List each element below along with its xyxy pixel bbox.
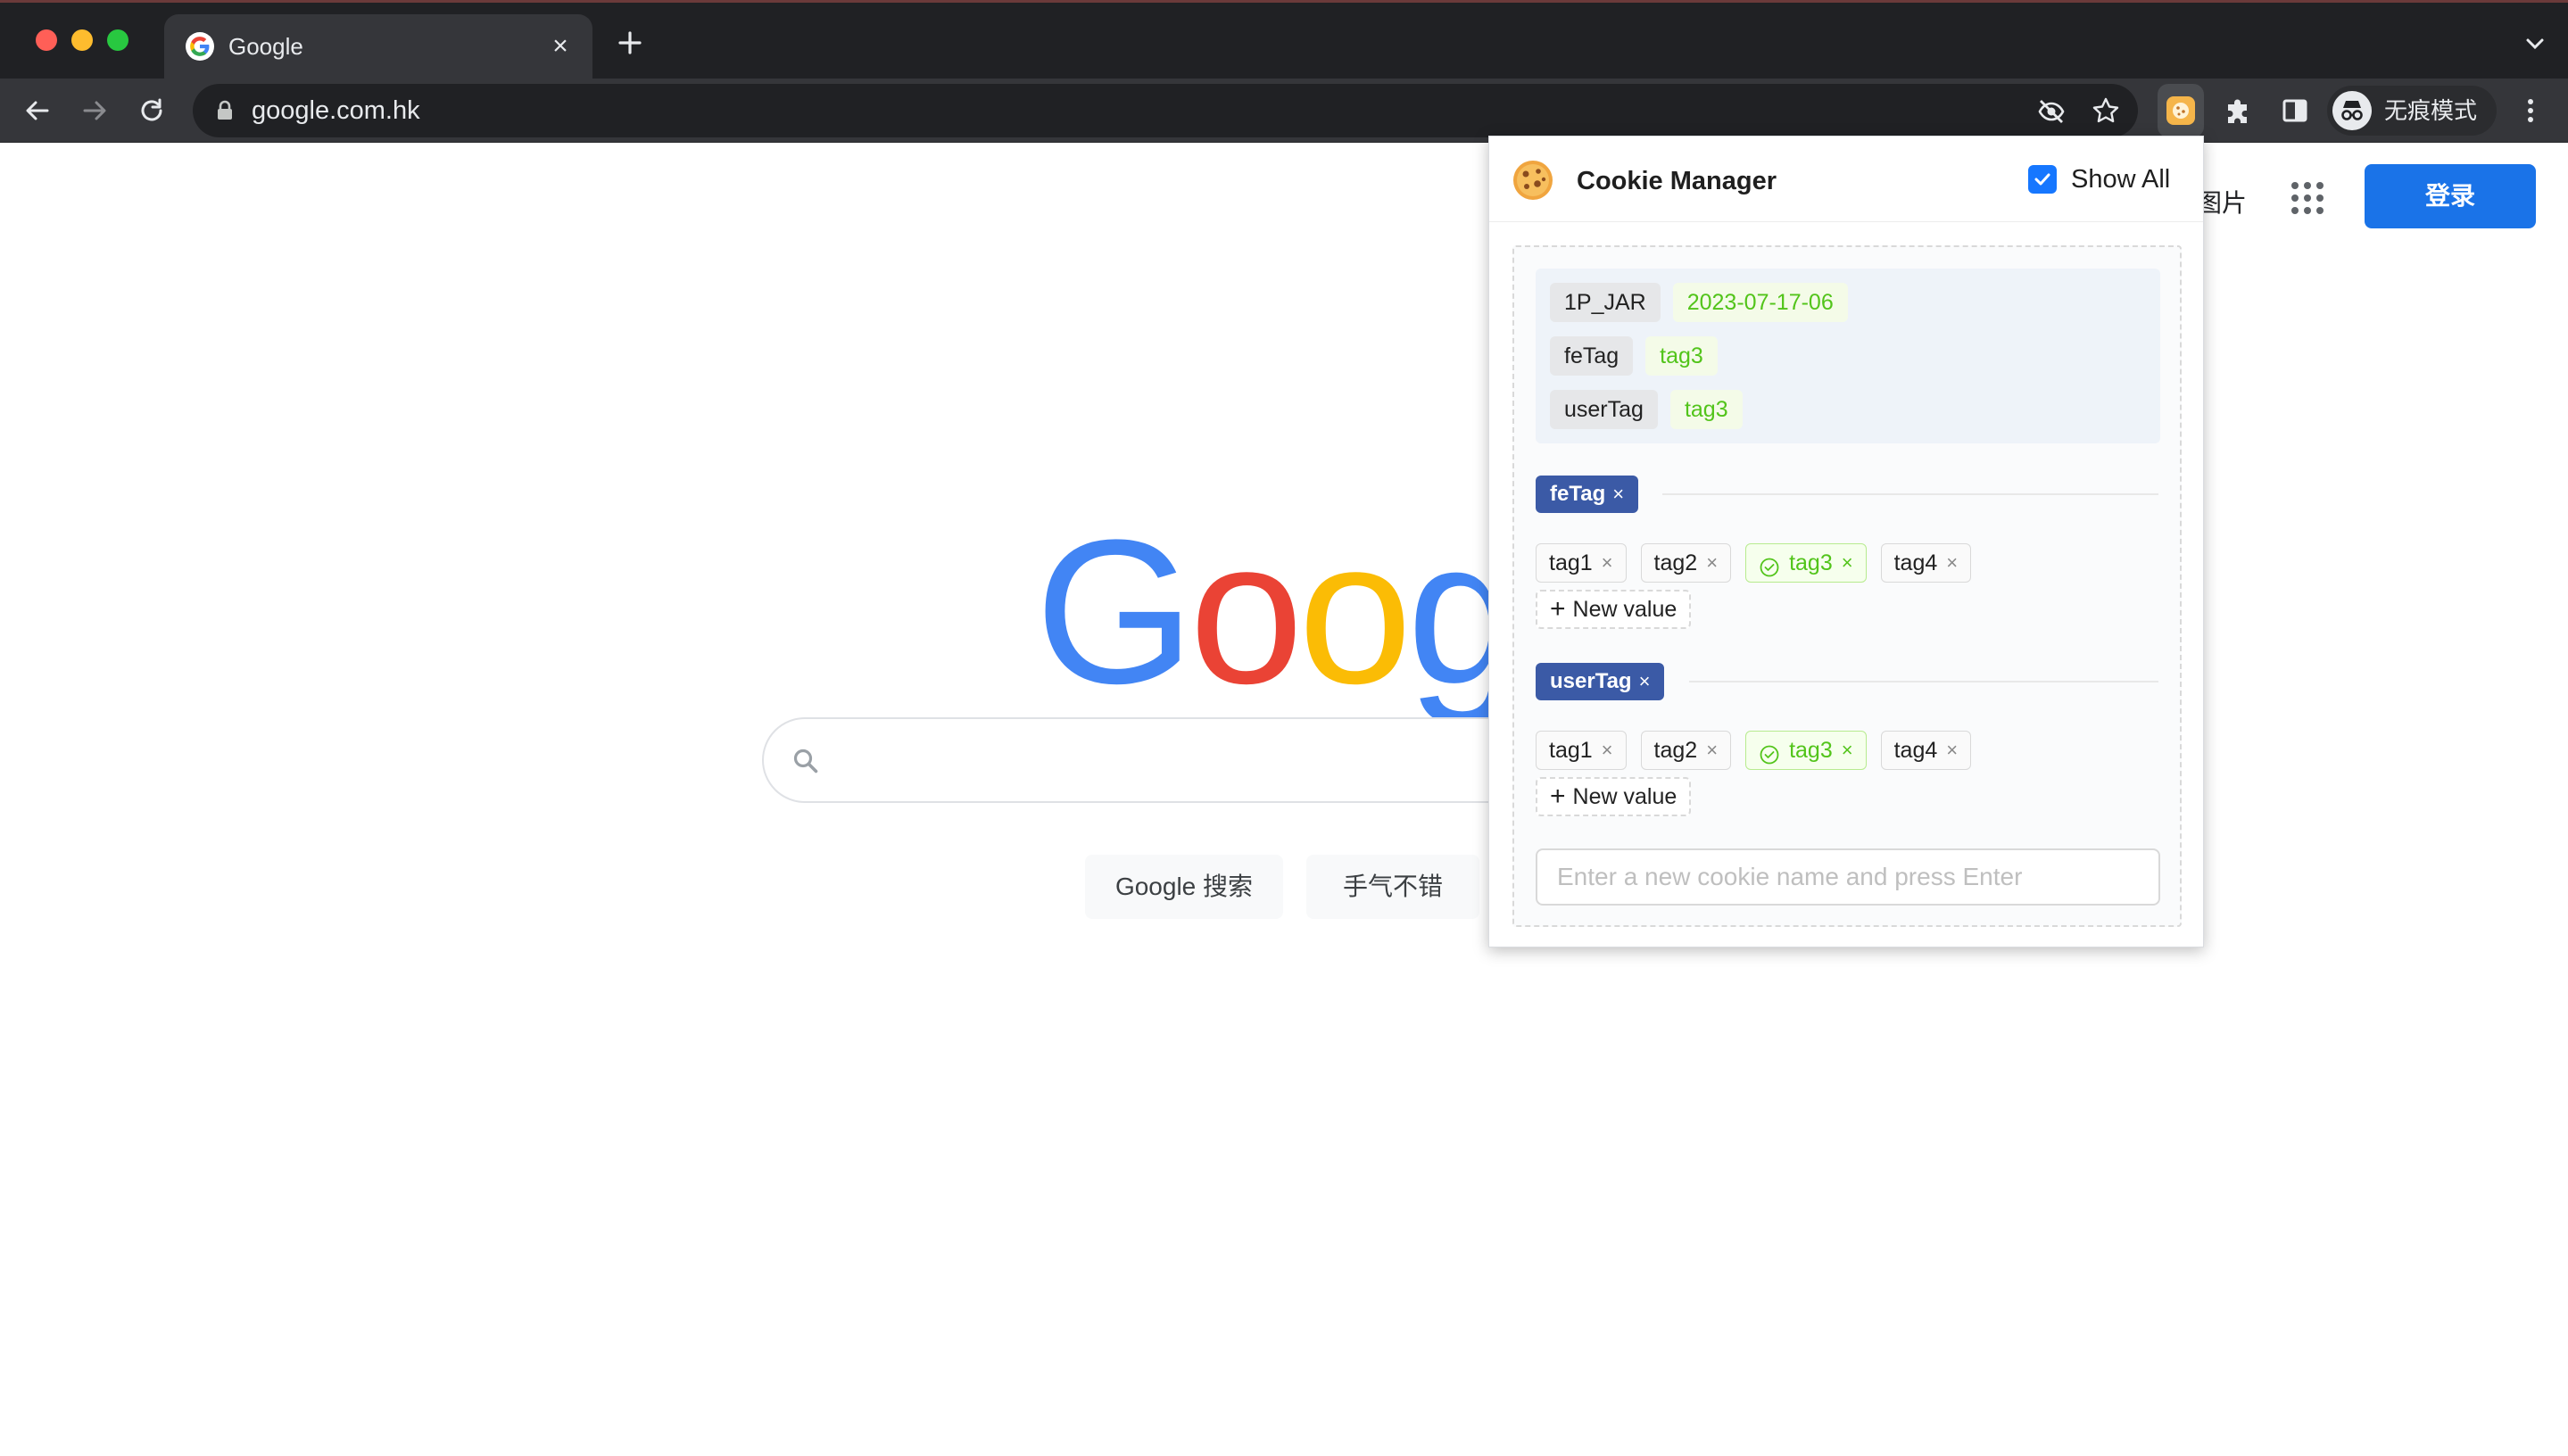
google-apps-grid-icon[interactable] bbox=[2288, 178, 2327, 218]
show-all-label[interactable]: Show All bbox=[2071, 163, 2170, 195]
group-name: feTag bbox=[1550, 482, 1606, 506]
incognito-icon bbox=[2332, 91, 2372, 130]
cookie-value: 2023-07-17-06 bbox=[1672, 283, 1848, 322]
popup-body: 1P_JAR 2023-07-17-06 feTag tag3 userTag … bbox=[1512, 245, 2182, 927]
remove-group-icon[interactable]: × bbox=[1612, 476, 1624, 513]
plus-icon: + bbox=[1550, 594, 1566, 624]
group-divider bbox=[1689, 681, 2158, 682]
tag-option-selected[interactable]: tag3 × bbox=[1745, 731, 1867, 770]
popup-header: Cookie Manager Show All bbox=[1489, 136, 2203, 222]
browser-toolbar: google.com.hk 无痕模式 bbox=[0, 79, 2568, 143]
cookie-manager-popup: Cookie Manager Show All 1P_JAR 2023-07-1… bbox=[1488, 136, 2204, 947]
images-link[interactable]: 图片 bbox=[2197, 184, 2247, 219]
remove-tag-icon[interactable]: × bbox=[1706, 732, 1718, 769]
show-all-checkbox[interactable] bbox=[2028, 165, 2057, 194]
cookie-extension-icon bbox=[2166, 96, 2195, 125]
check-circle-icon bbox=[1759, 740, 1780, 765]
cookie-name: feTag bbox=[1550, 336, 1634, 376]
browser-tabstrip: Google × bbox=[0, 0, 2568, 79]
tag-label: tag2 bbox=[1653, 550, 1698, 575]
google-search-button[interactable]: Google 搜索 bbox=[1085, 855, 1283, 919]
new-cookie-name-input[interactable] bbox=[1536, 848, 2160, 906]
cookie-name: userTag bbox=[1550, 390, 1658, 429]
plus-icon: + bbox=[1550, 782, 1566, 811]
tag-option[interactable]: tag4 × bbox=[1880, 543, 1972, 583]
feeling-lucky-button[interactable]: 手气不错 bbox=[1306, 855, 1479, 919]
tag-label: tag2 bbox=[1653, 738, 1698, 763]
bookmark-star-icon[interactable] bbox=[2090, 95, 2122, 127]
address-bar[interactable]: google.com.hk bbox=[193, 84, 2138, 137]
tag-option[interactable]: tag1 × bbox=[1536, 731, 1627, 770]
cookie-name: 1P_JAR bbox=[1550, 283, 1661, 322]
remove-tag-icon[interactable]: × bbox=[1842, 544, 1853, 582]
summary-row: 1P_JAR 2023-07-17-06 bbox=[1550, 283, 1848, 322]
browser-tab[interactable]: Google × bbox=[164, 14, 592, 79]
tag-option[interactable]: tag2 × bbox=[1640, 731, 1732, 770]
new-tab-plus-icon[interactable] bbox=[614, 27, 646, 59]
tab-title: Google bbox=[228, 33, 303, 60]
remove-group-icon[interactable]: × bbox=[1639, 663, 1651, 700]
close-window-button[interactable] bbox=[36, 29, 57, 51]
tag-option-selected[interactable]: tag3 × bbox=[1745, 543, 1867, 583]
tab-close-icon[interactable]: × bbox=[544, 30, 576, 62]
tag-option[interactable]: tag4 × bbox=[1880, 731, 1972, 770]
new-value-label: New value bbox=[1572, 597, 1677, 622]
check-circle-icon bbox=[1759, 552, 1780, 577]
group-name: userTag bbox=[1550, 669, 1632, 693]
minimize-window-button[interactable] bbox=[71, 29, 93, 51]
incognito-label: 无痕模式 bbox=[2384, 97, 2478, 124]
tag-option[interactable]: tag1 × bbox=[1536, 543, 1627, 583]
cookie-manager-extension-button[interactable] bbox=[2158, 84, 2204, 137]
tag-label: tag1 bbox=[1549, 738, 1593, 763]
cookie-group-fetag[interactable]: feTag × bbox=[1536, 476, 1639, 513]
cookie-icon bbox=[1511, 158, 1555, 203]
browser-menu-kebab-icon[interactable] bbox=[2513, 93, 2548, 128]
lock-icon[interactable] bbox=[212, 98, 237, 123]
popup-title: Cookie Manager bbox=[1577, 167, 1777, 195]
remove-tag-icon[interactable]: × bbox=[1946, 732, 1958, 769]
forward-arrow-icon[interactable] bbox=[77, 93, 112, 128]
summary-row: userTag tag3 bbox=[1550, 390, 1743, 429]
window-edge bbox=[0, 0, 2568, 3]
remove-tag-icon[interactable]: × bbox=[1602, 544, 1613, 582]
tag-list: tag1 × tag2 × tag3 × tag4 × bbox=[1536, 731, 1972, 770]
eye-off-icon[interactable] bbox=[2036, 96, 2067, 127]
tag-list: tag1 × tag2 × tag3 × tag4 × bbox=[1536, 543, 1972, 583]
cookie-value: tag3 bbox=[1645, 336, 1718, 376]
tab-search-chevron-icon[interactable] bbox=[2522, 30, 2548, 57]
tag-label: tag4 bbox=[1893, 550, 1938, 575]
incognito-profile-button[interactable]: 无痕模式 bbox=[2327, 86, 2497, 136]
tag-option[interactable]: tag2 × bbox=[1640, 543, 1732, 583]
tag-label: tag4 bbox=[1893, 738, 1938, 763]
remove-tag-icon[interactable]: × bbox=[1842, 732, 1853, 769]
group-divider bbox=[1662, 493, 2158, 495]
new-value-button[interactable]: + New value bbox=[1536, 777, 1692, 816]
remove-tag-icon[interactable]: × bbox=[1602, 732, 1613, 769]
tag-label: tag3 bbox=[1789, 550, 1833, 575]
tag-label: tag1 bbox=[1549, 550, 1593, 575]
remove-tag-icon[interactable]: × bbox=[1946, 544, 1958, 582]
cookie-value: tag3 bbox=[1669, 390, 1743, 429]
tag-label: tag3 bbox=[1789, 738, 1833, 763]
reload-icon[interactable] bbox=[134, 93, 170, 128]
remove-tag-icon[interactable]: × bbox=[1706, 544, 1718, 582]
cookie-summary-panel: 1P_JAR 2023-07-17-06 feTag tag3 userTag … bbox=[1536, 269, 2160, 443]
new-value-label: New value bbox=[1572, 784, 1677, 809]
side-panel-icon[interactable] bbox=[2277, 93, 2313, 128]
extensions-puzzle-icon[interactable] bbox=[2220, 93, 2256, 128]
maximize-window-button[interactable] bbox=[107, 29, 128, 51]
cookie-group-usertag[interactable]: userTag × bbox=[1536, 663, 1665, 700]
google-favicon-icon bbox=[186, 32, 214, 61]
url-text[interactable]: google.com.hk bbox=[252, 96, 420, 125]
new-value-button[interactable]: + New value bbox=[1536, 590, 1692, 629]
summary-row: feTag tag3 bbox=[1550, 336, 1718, 376]
search-icon bbox=[791, 746, 821, 776]
back-arrow-icon[interactable] bbox=[20, 93, 55, 128]
signin-button[interactable]: 登录 bbox=[2365, 164, 2536, 228]
